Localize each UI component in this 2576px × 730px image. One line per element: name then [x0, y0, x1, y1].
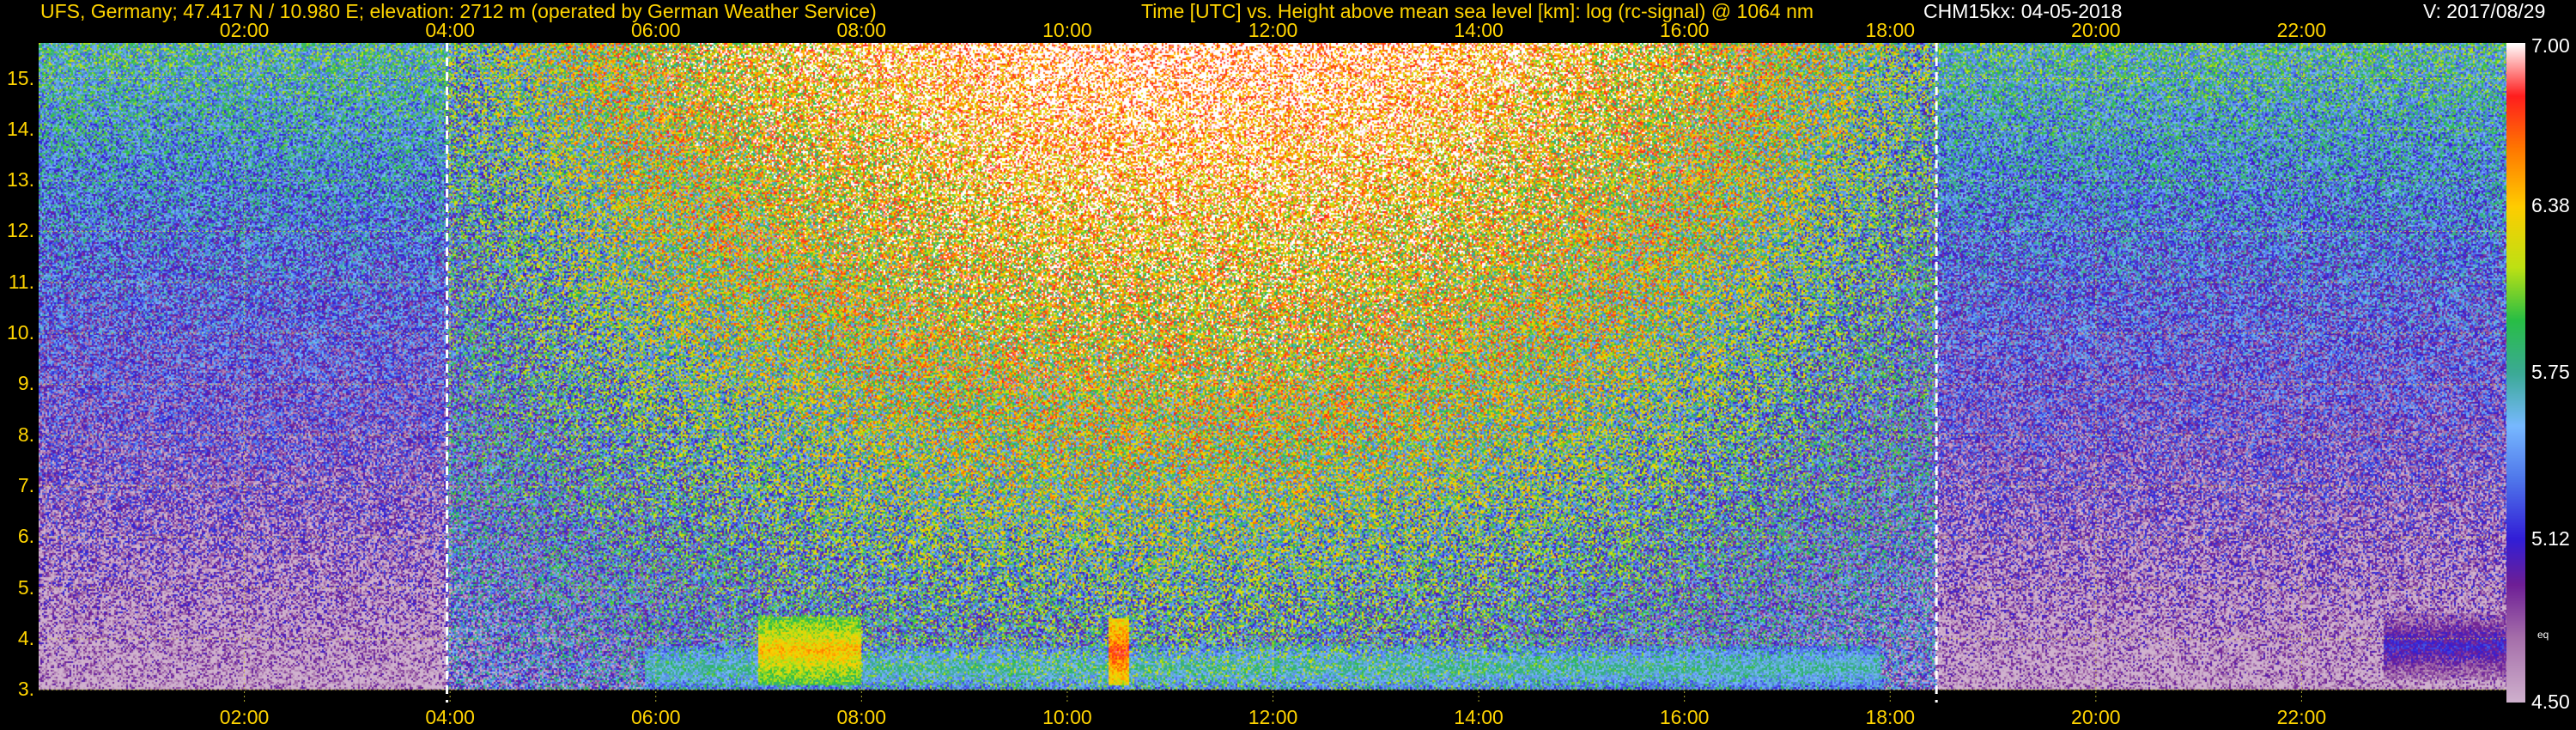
- colorbar-label: 4.50: [2531, 690, 2570, 713]
- colorbar-label: 5.75: [2531, 361, 2570, 383]
- colorbar-label: 7.00: [2531, 34, 2570, 57]
- chart-overlay: [39, 43, 2507, 703]
- colorbar-unit: eq: [2537, 629, 2549, 641]
- colorbar-label: 5.12: [2531, 526, 2570, 550]
- colorbar-label: 6.38: [2531, 194, 2570, 217]
- colorbar: [2506, 43, 2525, 703]
